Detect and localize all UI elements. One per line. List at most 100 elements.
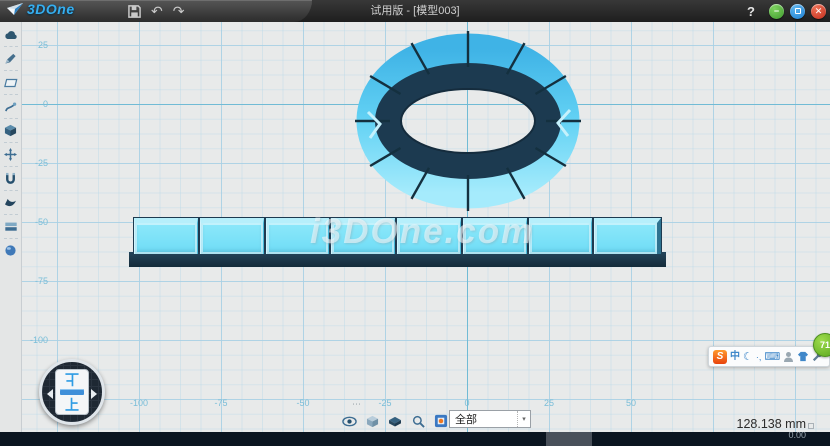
sidebar-divider: [4, 46, 18, 47]
sidebar-divider: [4, 142, 18, 143]
y-tick: -50: [24, 217, 48, 227]
visibility-eye-button[interactable]: [341, 413, 357, 429]
ime-notification-badge[interactable]: 71: [813, 333, 830, 357]
layers-icon: [4, 221, 18, 232]
sidebar-divider: [4, 214, 18, 215]
filter-icon: [434, 414, 448, 428]
title-bar: 3DOne ↶ ↷ 试用版 - [模型003] ? − ✕: [0, 0, 830, 22]
magnifier-icon: [412, 415, 425, 428]
ime-punctuation-icon[interactable]: ·,: [756, 350, 762, 364]
y-tick: 0: [24, 99, 48, 109]
bar-segment[interactable]: [463, 218, 527, 254]
toolbar-grip[interactable]: ⋯: [352, 399, 362, 410]
quick-toolbar: ↶ ↷: [128, 0, 184, 22]
ime-skin-shirt-icon[interactable]: [797, 351, 809, 362]
view-face-label-bottom: 上: [65, 398, 79, 412]
sidebar-item-special-curve[interactable]: [1, 97, 21, 116]
cloud-library-icon: [4, 29, 18, 41]
sidebar-divider: [4, 94, 18, 95]
selection-filter-button[interactable]: [433, 413, 449, 429]
view-navigation-ball[interactable]: 上 上: [39, 359, 105, 425]
ime-keyboard-icon[interactable]: ⌨: [764, 350, 780, 364]
window-title: 试用版 - [模型003]: [370, 0, 459, 22]
x-tick: -75: [214, 398, 227, 408]
bar-segment[interactable]: [266, 218, 330, 254]
undo-button[interactable]: ↶: [151, 1, 163, 21]
measurement-unit-toggle-icon[interactable]: [808, 423, 814, 429]
sidebar-item-assembly-magnet[interactable]: [1, 169, 21, 188]
x-tick: -25: [378, 398, 391, 408]
bar-model[interactable]: [129, 216, 666, 268]
taskbar-segment[interactable]: [546, 432, 592, 446]
sidebar-item-material-layers[interactable]: [1, 217, 21, 236]
ime-language-mode[interactable]: 中: [730, 350, 740, 364]
bar-segment[interactable]: [331, 218, 395, 254]
bar-segment[interactable]: [529, 218, 593, 254]
save-icon[interactable]: [128, 5, 141, 18]
redo-button[interactable]: ↷: [173, 1, 185, 21]
sidebar-divider: [4, 118, 18, 119]
bar-base-plate: [129, 252, 666, 267]
sphere-icon: [4, 244, 17, 257]
app-window: 3DOne ↶ ↷ 试用版 - [模型003] ? − ✕: [0, 0, 830, 446]
paper-plane-icon: [6, 2, 24, 17]
dropdown-caret-icon[interactable]: ▾: [517, 411, 530, 427]
y-tick: -100: [24, 335, 48, 345]
view-face-label-top: 上: [65, 372, 79, 386]
ime-brand-icon[interactable]: S: [713, 350, 727, 364]
sidebar-item-special-shape[interactable]: [1, 193, 21, 212]
sidebar-item-sketch-plane[interactable]: [1, 73, 21, 92]
zoom-button[interactable]: [410, 413, 426, 429]
sidebar-divider: [4, 166, 18, 167]
status-secondary-value: 0.00: [788, 432, 806, 440]
viewport-canvas[interactable]: 25 0 -25 -50 -75 -100 -100 -75 -50 -25 0…: [22, 22, 830, 432]
sidebar-divider: [4, 238, 18, 239]
sidebar-divider: [4, 70, 18, 71]
window-controls: ? − ✕: [747, 0, 826, 22]
sidebar-item-sketch-brush[interactable]: [1, 49, 21, 68]
x-tick: 0: [464, 398, 469, 408]
app-logo-text: 3DOne: [27, 1, 75, 17]
display-mode-icon: [388, 416, 402, 427]
x-tick: 25: [544, 398, 554, 408]
ime-user-icon[interactable]: [783, 351, 794, 363]
bar-segment[interactable]: [397, 218, 461, 254]
close-button[interactable]: ✕: [811, 4, 826, 19]
restore-icon: [795, 8, 801, 14]
tool-sidebar: [0, 22, 22, 432]
curve-icon: [4, 100, 17, 113]
y-tick: -25: [24, 158, 48, 168]
bar-segment[interactable]: [200, 218, 264, 254]
view-cube-icon: [366, 415, 379, 428]
move-cross-icon: [4, 148, 17, 161]
minimize-button[interactable]: −: [769, 4, 784, 19]
nav-arrow-left-icon[interactable]: [47, 389, 53, 399]
ring-segment-dividers: [355, 31, 581, 211]
help-button[interactable]: ?: [747, 4, 755, 19]
plane-rect-icon: [4, 77, 18, 89]
sidebar-item-move-tool[interactable]: [1, 145, 21, 164]
eye-icon: [342, 416, 357, 427]
y-tick: -75: [24, 276, 48, 286]
selection-filter-dropdown[interactable]: 全部 ▾: [449, 410, 531, 428]
nav-arrow-right-icon[interactable]: [91, 389, 97, 399]
ime-toolbar: S 中 ☾ ·, ⌨: [708, 346, 830, 367]
app-logo: 3DOne: [6, 1, 75, 17]
ring-model[interactable]: [346, 28, 586, 228]
ime-fullwidth-moon-icon[interactable]: ☾: [743, 350, 753, 364]
sidebar-item-render-sphere[interactable]: [1, 241, 21, 260]
display-mode-button[interactable]: [387, 413, 403, 429]
sidebar-item-cloud-library[interactable]: [1, 25, 21, 44]
bar-segment[interactable]: [134, 218, 198, 254]
status-bar: 0.00: [0, 432, 830, 446]
view-face-divider: [60, 389, 84, 395]
bar-segments: [134, 218, 661, 254]
magnet-icon: [4, 172, 17, 185]
view-cube-face[interactable]: 上 上: [55, 369, 89, 415]
sidebar-divider: [4, 190, 18, 191]
view-cube-button[interactable]: [364, 413, 380, 429]
bar-segment[interactable]: [594, 218, 661, 254]
maximize-button[interactable]: [790, 4, 805, 19]
sidebar-item-solid-primitive[interactable]: [1, 121, 21, 140]
x-tick: 50: [626, 398, 636, 408]
